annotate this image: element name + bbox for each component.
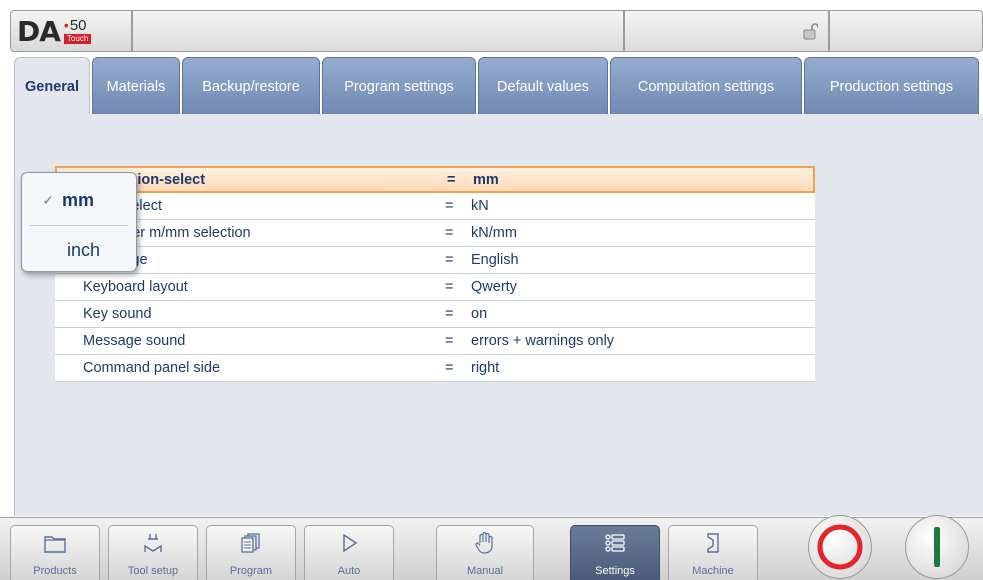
check-icon: ✓ [42, 191, 54, 208]
unit-select-popup: ✓ mm inch [21, 172, 137, 272]
top-header: DA 50 Touch [10, 10, 983, 52]
stop-circle-icon [817, 524, 863, 570]
equals-sign: = [445, 198, 454, 214]
nav-settings-button[interactable]: Settings [570, 525, 660, 580]
nav-label: Manual [466, 565, 504, 577]
nav-tool-setup-button[interactable]: Tool setup [108, 525, 198, 580]
nav-label: Products [33, 565, 77, 577]
equals-sign: = [445, 333, 454, 349]
setting-row-message-sound[interactable]: Message sound = errors + warnings only [55, 328, 815, 355]
setting-label: Message sound [83, 333, 186, 349]
setting-value: kN [471, 198, 489, 214]
popup-option-mm[interactable]: ✓ mm [22, 177, 138, 223]
setting-row-keyboard-layout[interactable]: Keyboard layout = Qwerty [55, 274, 815, 301]
equals-sign: = [445, 252, 454, 268]
tab-materials[interactable]: Materials [92, 57, 180, 115]
logo-da-text: DA [17, 14, 61, 48]
equals-sign: = [447, 171, 456, 188]
folder-icon [42, 531, 68, 555]
logo-model: 50 Touch [63, 18, 92, 44]
stop-button[interactable] [808, 515, 872, 579]
tab-general[interactable]: General [14, 57, 90, 115]
settings-list-icon [602, 531, 628, 555]
popup-option-label: inch [67, 239, 101, 260]
machine-icon [700, 531, 726, 555]
header-lock-field[interactable] [624, 10, 829, 52]
popup-option-label: mm [62, 189, 95, 210]
setting-row-force-per-selection[interactable]: Force per m/mm selection = kN/mm [55, 220, 815, 247]
setting-row-language[interactable]: Language = English [55, 247, 815, 274]
equals-sign: = [445, 279, 454, 295]
equals-sign: = [445, 360, 454, 376]
nav-machine-button[interactable]: Machine [668, 525, 758, 580]
setting-row-command-panel-side[interactable]: Command panel side = right [55, 355, 815, 382]
nav-label: Machine [692, 565, 734, 577]
nav-products-button[interactable]: Products [10, 525, 100, 580]
popup-option-inch[interactable]: inch [22, 227, 138, 273]
setting-value: English [471, 252, 519, 268]
header-info-field [132, 10, 624, 52]
nav-manual-button[interactable]: Manual [436, 525, 534, 580]
nav-label: Settings [595, 565, 635, 577]
play-icon [336, 531, 362, 555]
setting-value: kN/mm [471, 225, 517, 241]
header-right-field [829, 10, 983, 52]
start-bar-icon [934, 527, 940, 567]
nav-label: Auto [337, 565, 361, 577]
logo-touch-badge: Touch [63, 34, 92, 44]
unlock-icon[interactable] [802, 22, 818, 40]
setting-label: Key sound [83, 306, 152, 322]
tab-production-settings[interactable]: Production settings [804, 57, 979, 115]
setting-value: right [471, 360, 500, 376]
setting-label: Command panel side [83, 360, 221, 376]
tool-setup-icon [140, 531, 166, 555]
setting-value: Qwerty [471, 279, 517, 295]
nav-label: Program [229, 565, 273, 577]
settings-tabs: General Materials Backup/restore Program… [14, 57, 983, 115]
settings-table: Dimension-select = mm Force select = kN … [55, 166, 815, 382]
nav-label: Tool setup [127, 565, 179, 577]
tab-default-values[interactable]: Default values [478, 57, 608, 115]
tab-program-settings[interactable]: Program settings [322, 57, 476, 115]
logo-model-number: 50 [64, 18, 91, 33]
setting-value: on [471, 306, 488, 322]
program-pages-icon [238, 531, 264, 555]
start-button[interactable] [905, 515, 969, 579]
setting-label: Keyboard layout [83, 279, 188, 295]
equals-sign: = [445, 225, 454, 241]
popup-divider [30, 225, 128, 226]
tab-computation-settings[interactable]: Computation settings [610, 57, 802, 115]
tab-backup-restore[interactable]: Backup/restore [182, 57, 320, 115]
equals-sign: = [445, 306, 454, 322]
setting-row-dimension-select[interactable]: Dimension-select = mm [55, 166, 815, 193]
setting-row-key-sound[interactable]: Key sound = on [55, 301, 815, 328]
setting-row-force-select[interactable]: Force select = kN [55, 193, 815, 220]
da50-logo: DA 50 Touch [10, 10, 132, 52]
hand-icon [472, 531, 498, 555]
setting-value: mm [473, 171, 499, 188]
nav-program-button[interactable]: Program [206, 525, 296, 580]
setting-value: errors + warnings only [471, 333, 615, 349]
nav-auto-button[interactable]: Auto [304, 525, 394, 580]
